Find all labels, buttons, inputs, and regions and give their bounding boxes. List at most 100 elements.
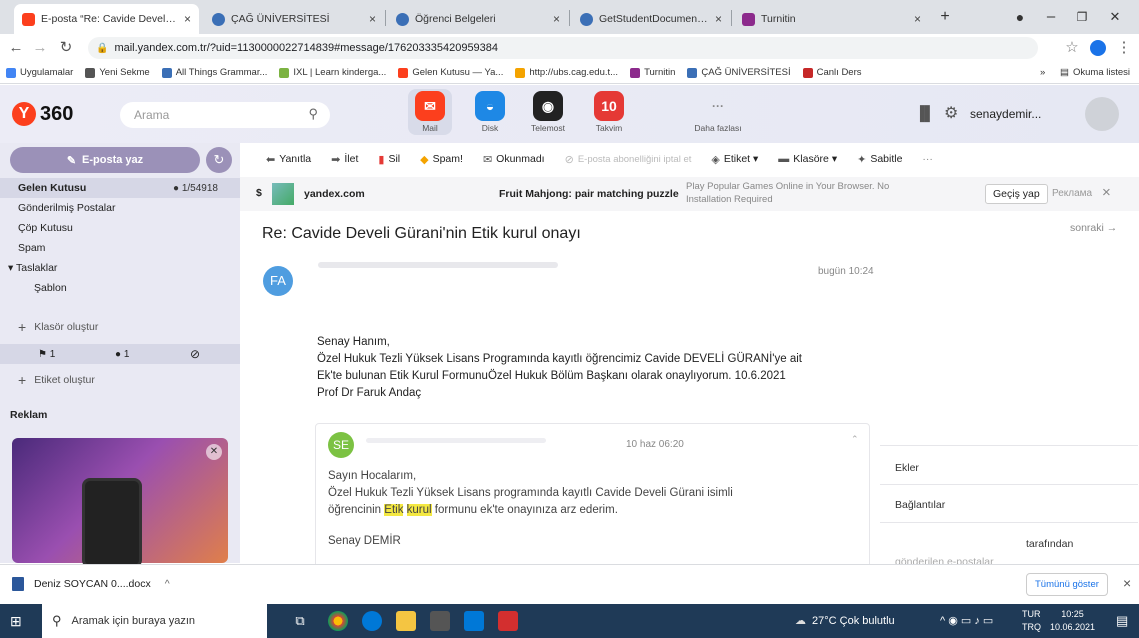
tab-close-icon[interactable]: × bbox=[184, 12, 191, 26]
weather-widget[interactable]: ☁ 27°C Çok bulutlu bbox=[795, 614, 895, 628]
bookmark-star-icon[interactable]: ☆ bbox=[1062, 38, 1082, 58]
chevron-up-icon[interactable]: ^ bbox=[165, 578, 170, 590]
profile-avatar-icon[interactable] bbox=[1088, 38, 1108, 58]
next-message-link[interactable]: sonraki → bbox=[1070, 222, 1117, 234]
folder-sent[interactable]: Gönderilmiş Postalar bbox=[0, 198, 240, 218]
user-avatar[interactable] bbox=[1085, 97, 1119, 131]
attachment-filter-icon[interactable]: ⊘ bbox=[190, 347, 200, 361]
reload-icon[interactable]: ↻ bbox=[56, 38, 76, 58]
file-explorer-icon[interactable] bbox=[396, 611, 416, 631]
tab-turnitin[interactable]: Turnitin × bbox=[734, 4, 929, 34]
profile-menu-icon[interactable]: ● bbox=[1005, 6, 1035, 28]
yandex-360-logo[interactable]: Y 360 bbox=[12, 102, 73, 126]
language-indicator[interactable]: TUR TRQ bbox=[1022, 608, 1041, 634]
ad-close-icon[interactable]: × bbox=[1102, 184, 1111, 201]
unread-label-filter[interactable]: ● 1 bbox=[115, 349, 129, 360]
flag-label-filter[interactable]: ⚑ 1 bbox=[38, 349, 55, 360]
reading-list-button[interactable]: ▤ Okuma listesi bbox=[1060, 67, 1130, 78]
create-folder-button[interactable]: + Klasör oluştur bbox=[0, 317, 240, 337]
quoted-sender-avatar[interactable]: SE bbox=[328, 432, 354, 458]
refresh-icon[interactable]: ↻ bbox=[206, 147, 232, 173]
collapse-chevron-icon[interactable]: ⌃ bbox=[851, 434, 859, 445]
close-downloads-icon[interactable]: × bbox=[1123, 575, 1131, 591]
download-item[interactable]: Deniz SOYCAN 0....docx ^ bbox=[12, 577, 170, 591]
app-telemost[interactable]: ◉ Telemost bbox=[526, 91, 570, 133]
tab-close-icon[interactable]: × bbox=[553, 12, 560, 26]
username-label[interactable]: senaydemir... bbox=[970, 107, 1041, 121]
chrome-menu-icon[interactable]: ⋮ bbox=[1114, 38, 1134, 58]
address-bar[interactable]: 🔒 mail.yandex.com.tr/?uid=11300000227148… bbox=[88, 37, 1038, 59]
tab-close-icon[interactable]: × bbox=[369, 12, 376, 26]
settings-gear-icon[interactable]: ⚙ bbox=[944, 103, 958, 123]
ad-cta-button[interactable]: Geçiş yap bbox=[985, 184, 1048, 204]
ad-strip[interactable]: $ yandex.com Fruit Mahjong: pair matchin… bbox=[240, 177, 1139, 211]
bookmark-item[interactable]: Canlı Ders bbox=[802, 67, 862, 78]
app-mail[interactable]: ✉ Mail bbox=[408, 89, 452, 135]
attachments-heading[interactable]: Ekler bbox=[895, 462, 919, 474]
bookmark-item[interactable]: Gelen Kutusu — Ya... bbox=[398, 67, 503, 78]
tray-icons[interactable]: ^ ◉ ▭ ♪ ▭ bbox=[940, 614, 993, 627]
ad-thumbnail bbox=[272, 183, 294, 205]
mail-taskbar-icon[interactable] bbox=[464, 611, 484, 631]
folder-template[interactable]: Şablon bbox=[0, 278, 240, 298]
taskbar-search-input[interactable]: ⚲ Aramak için buraya yazın bbox=[42, 604, 267, 638]
windows-start-icon[interactable]: ⊞ bbox=[10, 613, 22, 630]
bookmark-item[interactable]: http://ubs.cag.edu.t... bbox=[515, 67, 618, 78]
app-disk[interactable]: ◒ Disk bbox=[468, 91, 512, 133]
reply-button[interactable]: ⬅ Yanıtla bbox=[266, 153, 311, 166]
bookmark-item[interactable]: ÇAĞ ÜNİVERSİTESİ bbox=[687, 67, 791, 78]
folder-inbox[interactable]: Gelen Kutusu ● 1/54918 bbox=[0, 178, 240, 198]
show-all-downloads-button[interactable]: Tümünü göster bbox=[1026, 573, 1108, 596]
sender-avatar[interactable]: FA bbox=[263, 266, 293, 296]
bookmark-item[interactable]: Yeni Sekme bbox=[85, 67, 150, 78]
body-line: Senay Hanım, bbox=[317, 336, 390, 348]
more-actions-button[interactable]: ··· bbox=[922, 153, 933, 165]
mail-search-input[interactable]: Arama ⚲ bbox=[120, 102, 330, 128]
forward-icon[interactable]: → bbox=[30, 38, 50, 58]
move-folder-button[interactable]: ▬ Klasöre ▾ bbox=[778, 153, 837, 165]
app-more[interactable]: ··· Daha fazlası bbox=[693, 91, 743, 133]
sent-emails-link[interactable]: gönderilen e-postalar bbox=[895, 556, 994, 564]
tab-student-document-reports[interactable]: GetStudentDocumentReports × bbox=[572, 4, 730, 34]
bookmark-item[interactable]: Uygulamalar bbox=[6, 67, 73, 78]
clock[interactable]: 10:25 10.06.2021 bbox=[1050, 608, 1095, 634]
edge-taskbar-icon[interactable] bbox=[362, 611, 382, 631]
folder-spam[interactable]: Spam bbox=[0, 238, 240, 258]
chrome-taskbar-icon[interactable] bbox=[328, 611, 348, 631]
pin-button[interactable]: ✦ Sabitle bbox=[857, 153, 902, 166]
store-icon[interactable] bbox=[430, 611, 450, 631]
acrobat-taskbar-icon[interactable] bbox=[498, 611, 518, 631]
task-view-icon[interactable]: ⧉ bbox=[290, 611, 310, 631]
tab-cag-universitesi[interactable]: ÇAĞ ÜNİVERSİTESİ × bbox=[204, 4, 384, 34]
tag-button[interactable]: ◈ Etiket ▾ bbox=[711, 153, 758, 166]
search-icon[interactable]: ⚲ bbox=[308, 106, 318, 122]
links-heading[interactable]: Bağlantılar bbox=[895, 499, 945, 511]
back-icon[interactable]: ← bbox=[6, 38, 26, 58]
folder-drafts[interactable]: ▾ Taslaklar bbox=[0, 258, 240, 278]
bookmarks-overflow-button[interactable]: » bbox=[1040, 67, 1045, 78]
new-tab-button[interactable]: + bbox=[930, 6, 960, 28]
bookmark-item[interactable]: Turnitin bbox=[630, 67, 675, 78]
spam-button[interactable]: ◆ Spam! bbox=[420, 153, 463, 166]
sidebar-ad-image[interactable]: ✕ bbox=[12, 438, 228, 568]
minimize-button[interactable]: – bbox=[1036, 6, 1066, 28]
unsubscribe-button[interactable]: ⊘ E-posta abonelliğini iptal et bbox=[565, 153, 692, 166]
maximize-button[interactable]: ❐ bbox=[1067, 6, 1097, 28]
bookmark-item[interactable]: IXL | Learn kinderga... bbox=[279, 67, 386, 78]
bookmark-item[interactable]: All Things Grammar... bbox=[161, 67, 267, 78]
tab-close-icon[interactable]: × bbox=[914, 12, 921, 26]
layout-toggle-icon[interactable]: ▐▌ bbox=[915, 105, 935, 121]
mark-unread-button[interactable]: ✉ Okunmadı bbox=[483, 153, 545, 166]
tab-ogrenci-belgeleri[interactable]: Öğrenci Belgeleri × bbox=[388, 4, 568, 34]
notifications-icon[interactable]: ▤ bbox=[1116, 613, 1128, 629]
tab-close-icon[interactable]: × bbox=[715, 12, 722, 26]
forward-button[interactable]: ➡ İlet bbox=[331, 153, 358, 166]
delete-button[interactable]: ▮ Sil bbox=[378, 153, 400, 166]
compose-button[interactable]: ✎ E-posta yaz bbox=[10, 147, 200, 173]
ad-close-icon[interactable]: ✕ bbox=[206, 444, 222, 460]
create-label-button[interactable]: + Etiket oluştur bbox=[0, 370, 240, 390]
close-window-button[interactable]: ✕ bbox=[1100, 6, 1130, 28]
app-takvim[interactable]: 10 Takvim bbox=[587, 91, 631, 133]
folder-trash[interactable]: Çöp Kutusu bbox=[0, 218, 240, 238]
tab-yandex-mail[interactable]: E-posta “Re: Cavide Develi Gü × bbox=[14, 4, 199, 34]
